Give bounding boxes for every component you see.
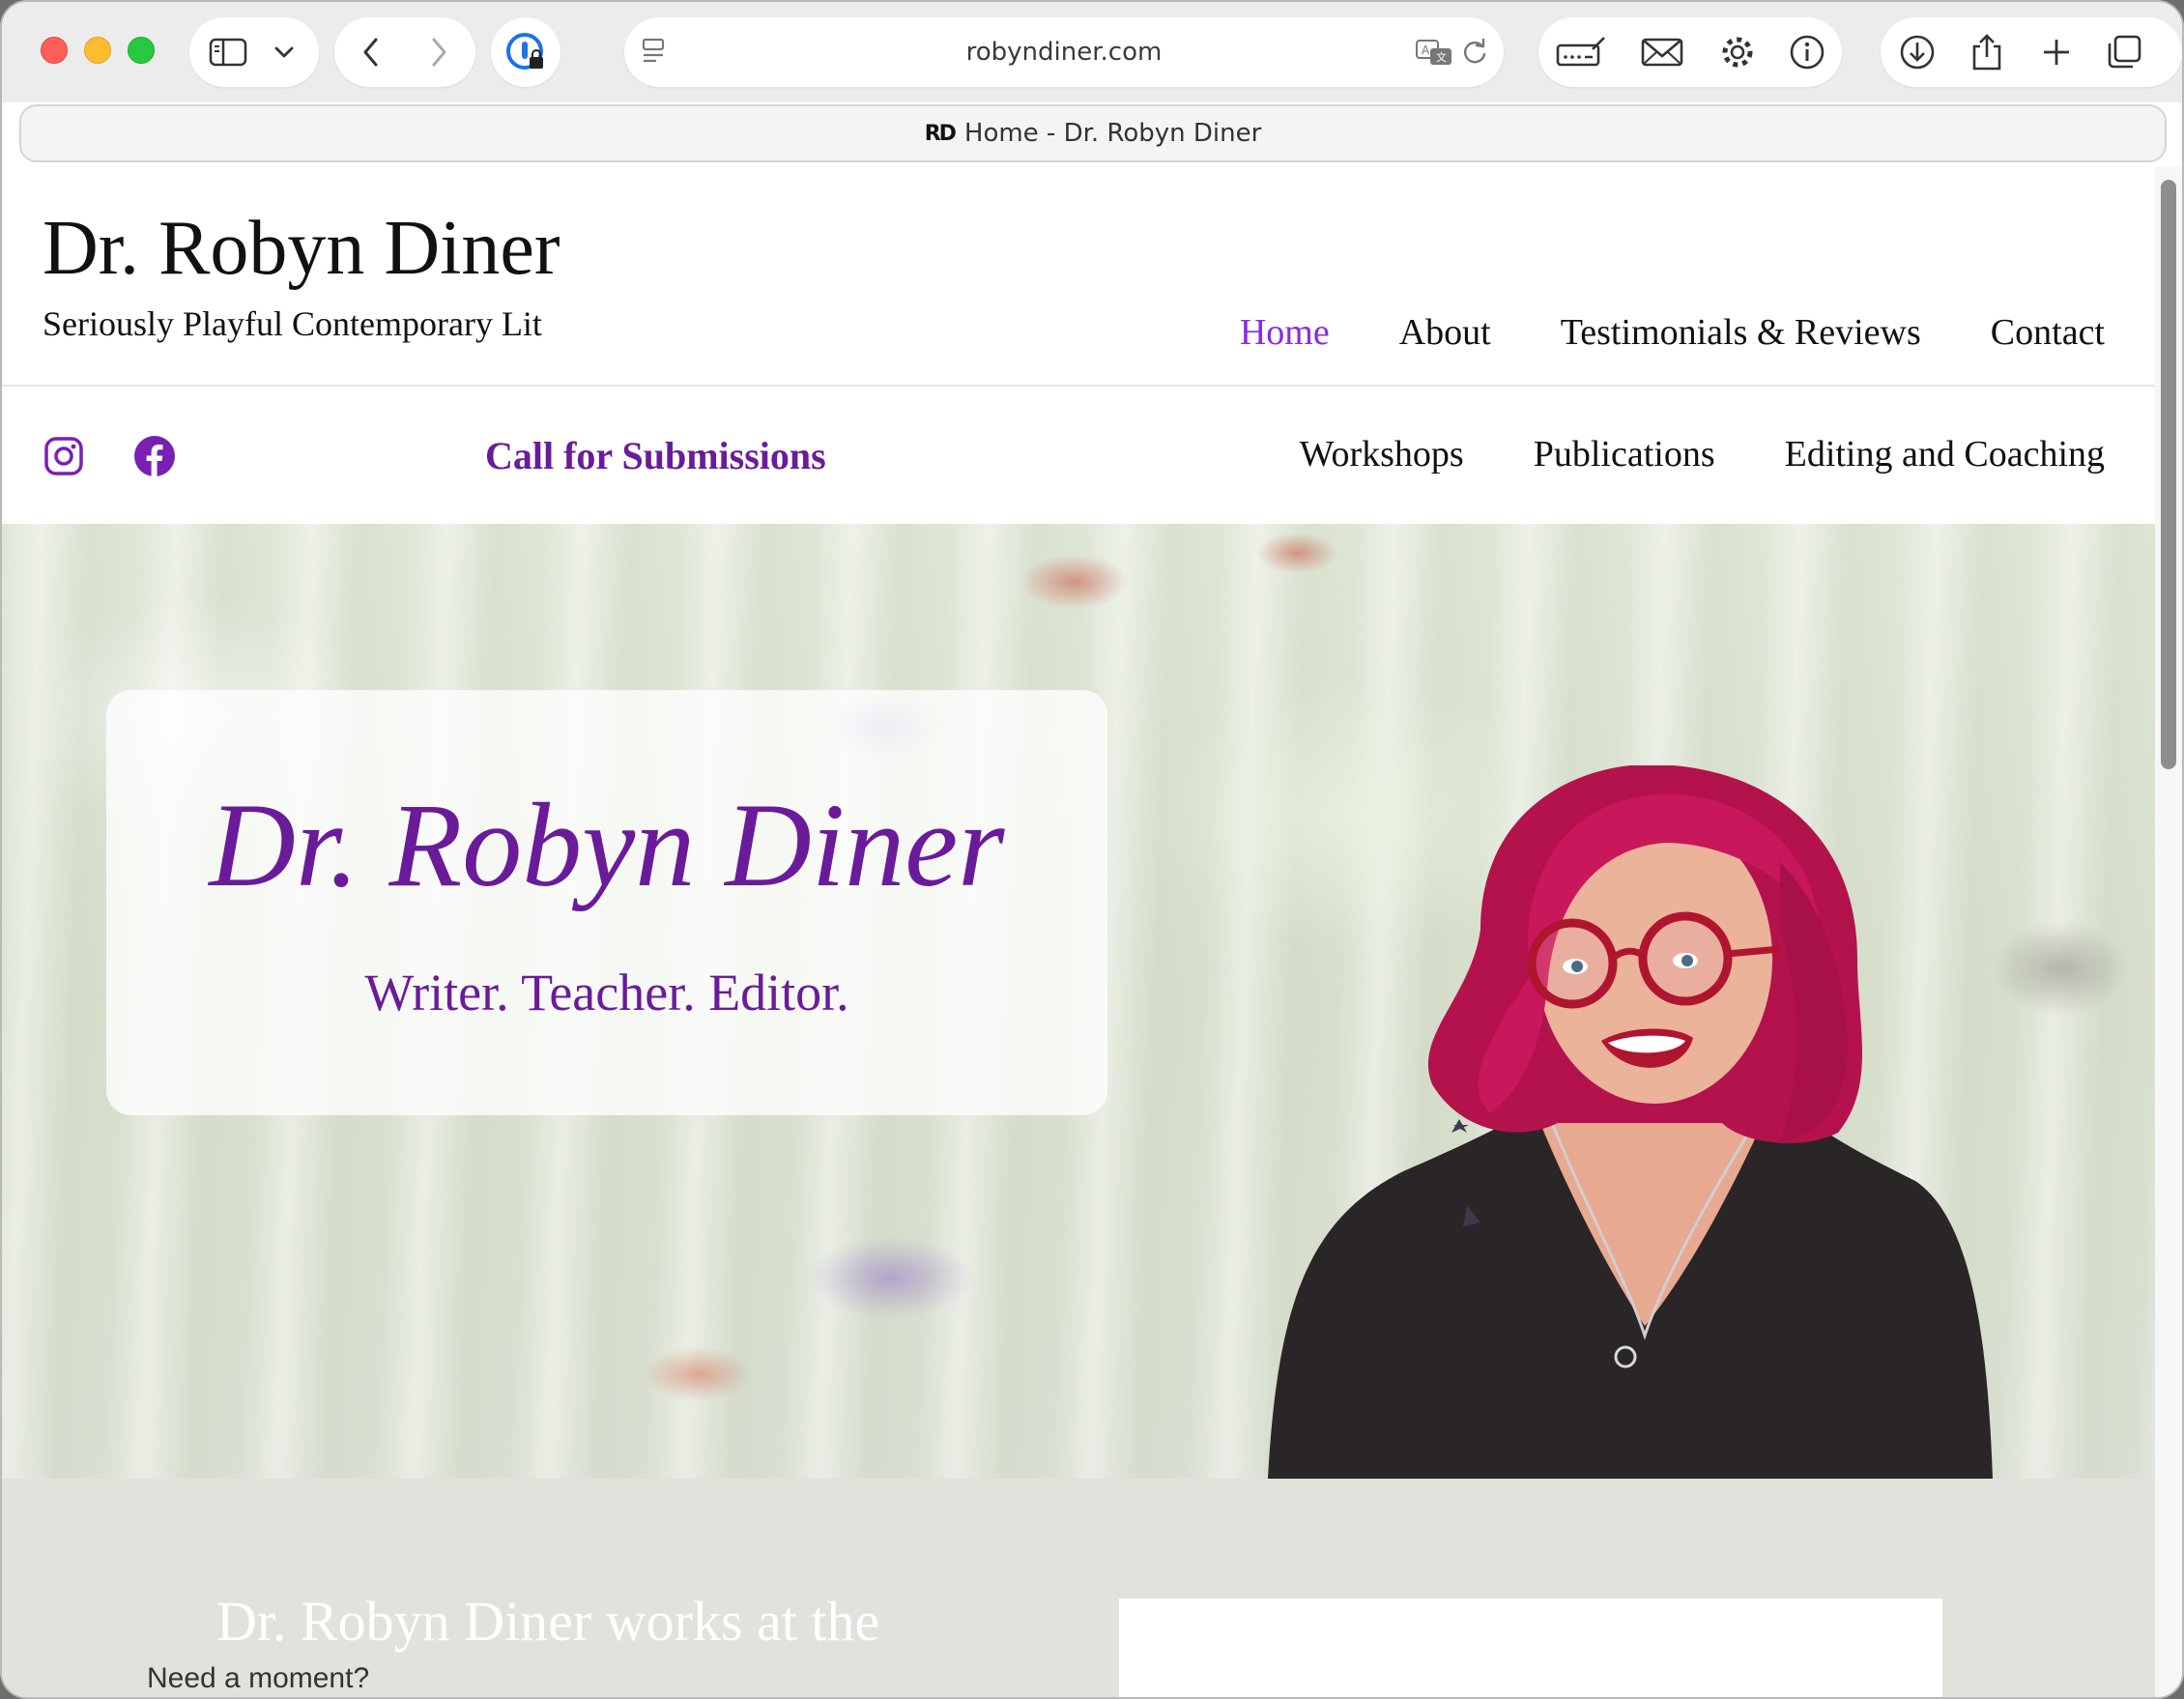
new-tab-icon[interactable] [2041,37,2072,68]
forward-icon[interactable] [430,37,447,68]
site-favicon: RD [924,121,957,146]
scrollbar-thumb[interactable] [2161,180,2176,769]
site-header: Dr. Robyn Diner Seriously Playful Contem… [2,166,2159,387]
password-extension-group [491,17,560,87]
reload-icon[interactable] [1461,38,1488,67]
share-icon[interactable] [1970,33,2003,72]
markup-extension-icon[interactable] [1556,36,1606,69]
close-window-button[interactable] [41,37,68,64]
nav-workshops[interactable]: Workshops [1300,433,1464,475]
hero-title: Dr. Robyn Diner [209,779,1005,911]
password-manager-icon[interactable] [504,31,547,73]
nav-editing-coaching[interactable]: Editing and Coaching [1785,433,2105,475]
hero-subtitle: Writer. Teacher. Editor. [364,964,849,1022]
browser-toolbar: robyndiner.com A文 [2,2,2182,102]
browser-window: robyndiner.com A文 RD Home - Dr. Robyn Di… [0,0,2184,1699]
nav-about[interactable]: About [1399,311,1491,354]
active-tab[interactable]: RD Home - Dr. Robyn Diner [21,106,2165,160]
site-title[interactable]: Dr. Robyn Diner [43,205,560,293]
nav-contact[interactable]: Contact [1991,311,2105,354]
intro-section: Dr. Robyn Diner works at the Need a mome… [2,1479,2159,1697]
chat-peek-text: Need a moment? [147,1662,370,1694]
tab-bar: RD Home - Dr. Robyn Diner [19,104,2167,162]
svg-text:文: 文 [1436,50,1447,64]
gear-icon[interactable] [1719,34,1756,71]
address-bar[interactable]: robyndiner.com A文 [624,17,1504,87]
zoom-window-button[interactable] [128,37,155,64]
site-tagline: Seriously Playful Contemporary Lit [43,304,542,343]
web-page: Dr. Robyn Diner Seriously Playful Contem… [2,166,2159,1697]
tab-title: Home - Dr. Robyn Diner [963,119,1262,148]
intro-text: Dr. Robyn Diner works at the [216,1590,880,1653]
svg-text:A: A [1422,43,1430,57]
tab-overview-icon[interactable] [2106,34,2142,71]
secondary-nav: Workshops Publications Editing and Coach… [1300,433,2105,475]
author-portrait [1268,765,1993,1479]
nav-home[interactable]: Home [1240,311,1330,354]
minimize-window-button[interactable] [84,37,111,64]
back-icon[interactable] [362,37,380,68]
sub-header: Call for Submissions Workshops Publicati… [2,387,2159,524]
hero-card: Dr. Robyn Diner Writer. Teacher. Editor. [106,690,1107,1115]
history-nav-group [334,17,475,87]
chevron-down-icon[interactable] [273,45,295,59]
sidebar-icon[interactable] [209,37,247,68]
instagram-icon[interactable] [43,435,85,477]
call-for-submissions-link[interactable]: Call for Submissions [485,433,826,478]
sidebar-toggle-group [189,17,319,87]
intro-image-frame [1119,1598,1942,1697]
facebook-icon[interactable] [133,435,176,477]
actions-group [1881,17,2182,87]
translate-icon[interactable]: A文 [1415,38,1453,67]
nav-publications[interactable]: Publications [1534,433,1715,475]
nav-testimonials[interactable]: Testimonials & Reviews [1561,311,1921,354]
downloads-icon[interactable] [1899,34,1936,71]
info-icon[interactable] [1789,34,1825,71]
main-nav: Home About Testimonials & Reviews Contac… [1240,311,2105,354]
extensions-group [1538,17,1842,87]
hero-banner: Dr. Robyn Diner Writer. Teacher. Editor. [2,524,2159,1479]
url-text: robyndiner.com [965,38,1163,67]
mail-icon[interactable] [1641,37,1683,68]
